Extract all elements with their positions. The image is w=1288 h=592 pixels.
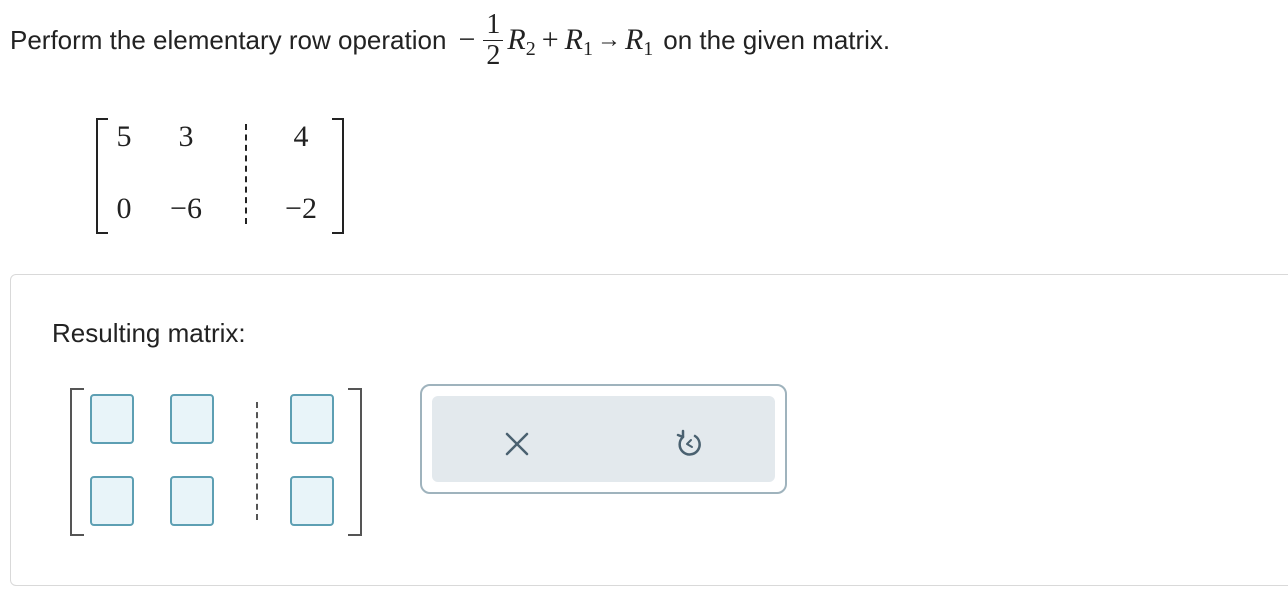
answer-input-r2c1[interactable]: [90, 476, 134, 526]
clear-button[interactable]: [497, 424, 537, 464]
fraction-denominator: 2: [486, 39, 501, 71]
left-bracket: [70, 388, 84, 536]
subscript-2: 2: [525, 37, 536, 60]
matrix-cell: 0: [116, 192, 132, 225]
augment-divider: [245, 124, 247, 224]
reset-button[interactable]: [669, 424, 709, 464]
toolbar-background: [432, 396, 775, 482]
given-matrix: 5 3 4 0 −6 −2: [96, 118, 344, 234]
fraction: 1 2: [483, 10, 504, 71]
matrix-cell: 3: [178, 120, 194, 153]
row-symbol-r1-target: R: [624, 23, 644, 56]
row-symbol-r1: R: [564, 23, 583, 56]
question-text: Perform the elementary row operation − 1…: [10, 0, 890, 80]
resulting-matrix-label: Resulting matrix:: [52, 318, 246, 348]
subscript-1-target: 1: [643, 37, 654, 60]
minus-sign: −: [458, 23, 476, 56]
answer-input-r1c1[interactable]: [90, 394, 134, 444]
row-operation: − 1 2 R2 + R1 → R1: [458, 10, 654, 71]
question-prefix: Perform the elementary row operation: [10, 24, 447, 55]
undo-icon: [676, 429, 701, 456]
subscript-1: 1: [582, 37, 593, 60]
right-bracket: [348, 388, 362, 536]
matrix-cell: −2: [285, 192, 317, 225]
answer-input-r2c3[interactable]: [290, 476, 334, 526]
answer-matrix: [70, 388, 362, 536]
question-suffix: on the given matrix.: [663, 24, 891, 55]
answer-toolbar: [420, 384, 787, 494]
matrix-cell: 5: [116, 120, 132, 153]
matrix-cell: −6: [170, 192, 202, 225]
plus-sign: +: [541, 23, 559, 56]
right-bracket: [332, 118, 344, 234]
matrix-cell: 4: [293, 120, 309, 153]
answer-input-r2c2[interactable]: [170, 476, 214, 526]
fraction-numerator: 1: [483, 10, 504, 41]
answer-input-r1c3[interactable]: [290, 394, 334, 444]
row-symbol-r2: R: [507, 23, 526, 56]
augment-divider: [256, 402, 258, 520]
answer-input-r1c2[interactable]: [170, 394, 214, 444]
arrow-symbol: →: [596, 26, 621, 53]
x-icon: [505, 432, 529, 456]
